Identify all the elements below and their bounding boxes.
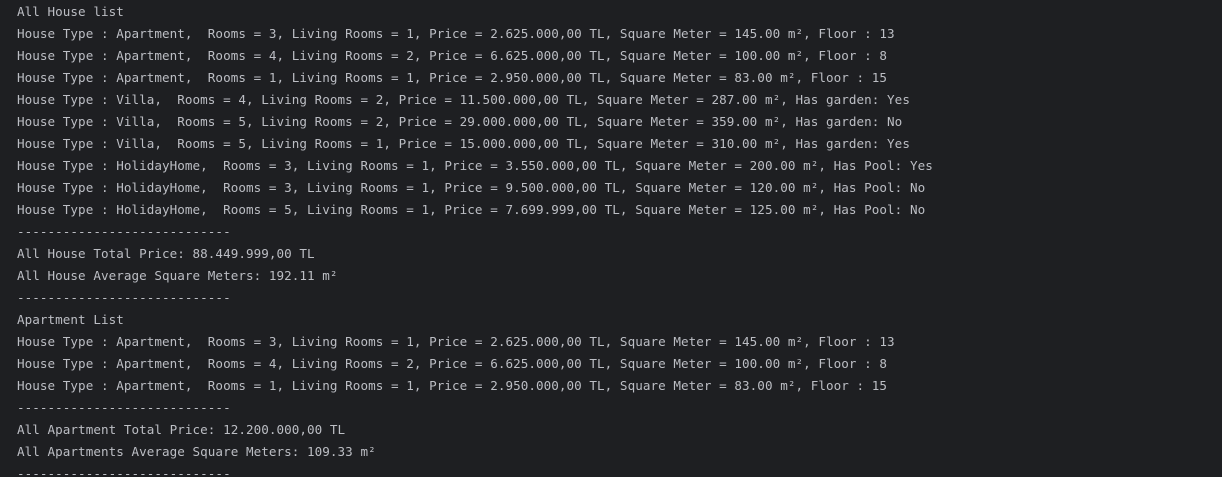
console-line-apartment-header: Apartment List <box>17 312 124 327</box>
console-separator: ---------------------------- <box>17 224 231 239</box>
console-line-house: House Type : Apartment, Rooms = 3, Livin… <box>17 26 895 41</box>
console-line-apartment-total-price: All Apartment Total Price: 12.200.000,00… <box>17 422 346 437</box>
console-line-house: House Type : HolidayHome, Rooms = 5, Liv… <box>17 202 926 217</box>
console-line-house: House Type : Apartment, Rooms = 4, Livin… <box>17 356 888 371</box>
console-line-house: House Type : Villa, Rooms = 4, Living Ro… <box>17 92 910 107</box>
console-line-house: House Type : HolidayHome, Rooms = 3, Liv… <box>17 180 926 195</box>
console-separator: ---------------------------- <box>17 290 231 305</box>
console-line-house: House Type : Apartment, Rooms = 4, Livin… <box>17 48 888 63</box>
console-line-house: House Type : Villa, Rooms = 5, Living Ro… <box>17 136 910 151</box>
console-separator: ---------------------------- <box>17 466 231 477</box>
console-line-house: House Type : Apartment, Rooms = 1, Livin… <box>17 378 888 393</box>
console-line-all-house-header: All House list <box>17 4 124 19</box>
console-line-house: House Type : Apartment, Rooms = 3, Livin… <box>17 334 895 349</box>
console-line-house: House Type : Apartment, Rooms = 1, Livin… <box>17 70 888 85</box>
console-output: All House list House Type : Apartment, R… <box>0 0 1222 477</box>
console-line-average-square-meters: All House Average Square Meters: 192.11 … <box>17 268 338 283</box>
console-line-house: House Type : Villa, Rooms = 5, Living Ro… <box>17 114 903 129</box>
console-line-total-price: All House Total Price: 88.449.999,00 TL <box>17 246 315 261</box>
console-line-apartment-average-square-meters: All Apartments Average Square Meters: 10… <box>17 444 376 459</box>
console-separator: ---------------------------- <box>17 400 231 415</box>
console-line-house: House Type : HolidayHome, Rooms = 3, Liv… <box>17 158 933 173</box>
